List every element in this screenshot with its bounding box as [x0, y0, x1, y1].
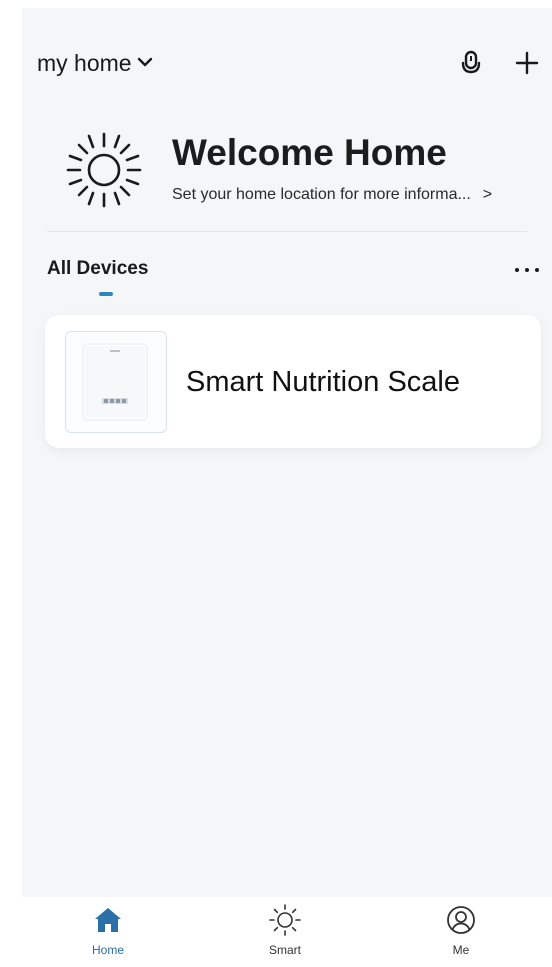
home-switcher[interactable]: my home [37, 50, 153, 77]
divider [47, 231, 527, 232]
device-card[interactable]: Smart Nutrition Scale [45, 315, 541, 448]
tab-all-devices[interactable]: All Devices [47, 258, 148, 280]
nav-home-label: Home [91, 943, 124, 957]
welcome-subtitle: Set your home location for more informa.… [172, 186, 471, 203]
user-icon [444, 903, 478, 937]
nav-smart-label: Smart [268, 943, 301, 957]
chevron-right-icon: > [482, 186, 493, 203]
home-icon [91, 903, 125, 937]
microphone-icon[interactable] [458, 50, 484, 76]
home-name: my home [37, 50, 132, 76]
active-tab-indicator [99, 292, 113, 296]
welcome-banner: Welcome Home Set your home location for … [42, 123, 542, 223]
sun-icon [268, 903, 302, 937]
nav-me[interactable]: Me [411, 903, 511, 963]
welcome-title: Welcome Home [172, 132, 447, 173]
more-dots-icon[interactable] [512, 260, 542, 280]
bottom-nav: Home Smart Me [22, 897, 552, 967]
nav-me-label: Me [452, 943, 470, 957]
app-screen: my home Welcome Home Set your home locat… [22, 8, 552, 967]
chevron-down-icon [137, 55, 153, 73]
sun-icon [62, 128, 146, 212]
header-actions [458, 50, 540, 76]
nav-home[interactable]: Home [58, 903, 158, 963]
set-location-link[interactable]: Set your home location for more informa.… [172, 186, 492, 204]
device-tabs: All Devices [47, 258, 542, 308]
plus-icon[interactable] [514, 50, 540, 76]
nav-smart[interactable]: Smart [235, 903, 335, 963]
device-name: Smart Nutrition Scale [186, 366, 460, 398]
scale-device-image [65, 331, 167, 433]
